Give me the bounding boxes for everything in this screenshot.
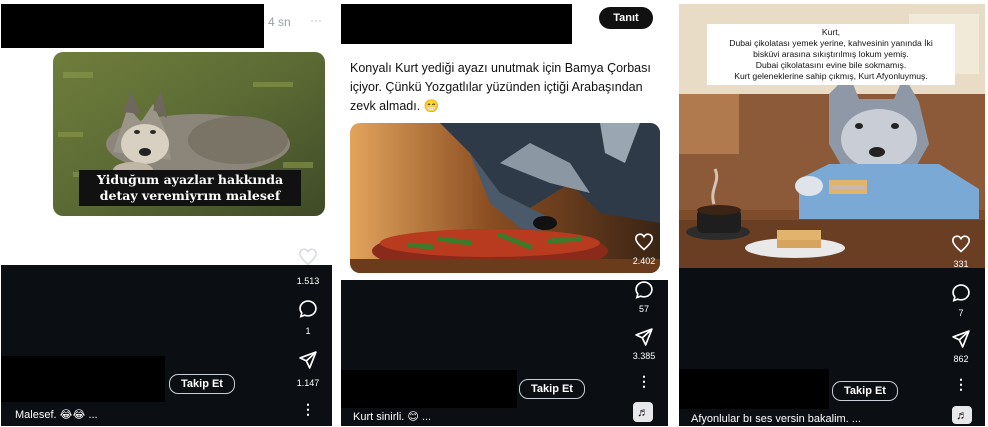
post-caption[interactable]: Afyonlular bı ses versin bakalim. ... [691,413,861,425]
share-icon[interactable] [297,349,319,371]
post-image[interactable] [350,123,660,273]
redacted-username [1,4,264,48]
post-text: Konyalı Kurt yediği ayazı unutmak için B… [350,61,651,113]
like-count: 2.402 [632,256,656,266]
meme-line-2: detay veremiyrım malesef [99,188,281,203]
comment-icon[interactable] [950,282,972,304]
follow-button[interactable]: Takip Et [169,374,235,394]
comment-count: 7 [958,308,964,318]
post-panel-1: 4 sn ··· Yiduğum ayazlar hakkında detay … [1,4,332,426]
share-icon[interactable] [950,328,972,350]
header-line-2: Dubai çikolatası yemek yerine, kahvesini… [729,38,933,48]
post-panel-2: Tanıt Konyalı Kurt yediği ayazı unutmak … [341,4,668,426]
heart-icon[interactable] [633,232,655,252]
caption-more[interactable]: ... [422,411,431,423]
heart-icon-faded [297,247,319,267]
redacted-username [341,4,572,44]
caption-text: Malesef. [15,409,57,421]
redacted-profile [341,370,517,408]
share-count: 1.147 [296,378,320,388]
meme-line-1: Yiduğum ayazlar hakkında [96,172,284,187]
comment-count: 57 [638,304,649,314]
caption-text: Kurt sinirli. [353,411,405,423]
post-panel-3: Kurt, Dubai çikolatası yemek yerine, kah… [679,4,985,426]
like-count: 1.513 [296,276,320,286]
post-caption[interactable]: Kurt sinirli. 😊 ... [353,410,431,423]
comment-icon[interactable] [297,298,319,320]
more-icon[interactable]: ⋮ [953,376,969,392]
more-icon[interactable]: ⋮ [636,373,652,389]
more-options-icon[interactable]: ··· [310,13,322,27]
header-line-5: Kurt geleneklerine sahip çıkmış, Kurt Af… [734,71,928,81]
post-image[interactable]: Yiduğum ayazlar hakkında detay veremiyrı… [53,52,325,216]
share-count: 3.385 [632,351,656,361]
wolf-eating-soup-image [350,123,660,273]
post-caption[interactable]: Malesef. 😂😂 ... [15,408,98,421]
redacted-profile [679,369,829,409]
comment-count: 1 [305,326,311,336]
caption-more[interactable]: ... [88,409,97,421]
heart-icon[interactable] [950,234,972,254]
post-image[interactable]: Kurt, Dubai çikolatası yemek yerine, kah… [679,4,985,268]
share-count: 862 [953,354,969,364]
post-time: 4 sn [268,15,291,29]
caption-more[interactable]: ... [852,413,861,425]
music-icon[interactable]: ♬ [952,406,972,424]
caption-emoji: 😊 [407,410,419,423]
promote-button[interactable]: Tanıt [599,7,653,29]
header-line-1: Kurt, [821,27,841,37]
meme-caption-box: Yiduğum ayazlar hakkında detay veremiyrı… [79,170,301,206]
share-icon[interactable] [633,326,655,348]
comment-icon[interactable] [633,279,655,301]
more-icon[interactable]: ⋮ [300,401,316,417]
redacted-profile [1,356,165,402]
follow-button[interactable]: Takip Et [519,379,585,399]
header-line-4: Dubai çikolatasını evine bile sokmamış. [755,60,907,70]
music-icon[interactable]: ♬ [633,402,653,422]
caption-emoji: 😂😂 [59,408,86,421]
header-line-3: bisküvi arasına sıkıştırılmış lokum yemi… [753,49,909,59]
post-header-text: Kurt, Dubai çikolatası yemek yerine, kah… [707,24,955,85]
follow-button[interactable]: Takip Et [832,381,898,401]
caption-text: Afyonlular bı ses versin bakalim. [691,413,849,425]
